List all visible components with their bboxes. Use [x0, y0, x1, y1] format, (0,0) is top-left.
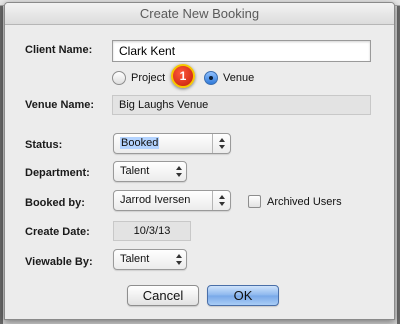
viewable-by-value: Talent	[120, 253, 150, 265]
venue-name-value: Big Laughs Venue	[112, 95, 371, 115]
create-booking-dialog: Create New Booking Client Name: Clark Ke…	[4, 2, 395, 320]
background-left-edge	[0, 6, 3, 324]
archived-users-label: Archived Users	[267, 196, 342, 208]
project-radio-label: Project	[131, 72, 166, 84]
stepper-arrows-icon	[212, 134, 230, 153]
status-value: Booked	[120, 137, 160, 149]
ok-button[interactable]: OK	[207, 285, 279, 306]
department-value: Talent	[120, 165, 150, 177]
venue-radio[interactable]	[204, 71, 218, 85]
cancel-button[interactable]: Cancel	[127, 285, 199, 306]
booked-by-value: Jarrod Iversen	[120, 194, 191, 206]
client-name-field[interactable]: Clark Kent	[112, 40, 371, 62]
viewable-by-label: Viewable By:	[25, 256, 93, 268]
status-select[interactable]: Booked	[113, 133, 231, 154]
booked-by-select[interactable]: Jarrod Iversen	[113, 190, 231, 211]
venue-name-label: Venue Name:	[25, 99, 95, 111]
status-label: Status:	[25, 139, 63, 151]
create-date-label: Create Date:	[25, 226, 90, 238]
stepper-arrows-icon	[212, 191, 230, 210]
viewable-by-select[interactable]: Talent	[113, 249, 187, 270]
venue-radio-label: Venue	[223, 72, 255, 84]
chevron-updown-icon	[172, 162, 186, 181]
client-name-label: Client Name:	[25, 44, 93, 56]
archived-users-checkbox[interactable]	[248, 195, 261, 208]
department-select[interactable]: Talent	[113, 161, 187, 182]
booked-by-label: Booked by:	[25, 197, 85, 209]
dialog-title: Create New Booking	[5, 3, 394, 25]
project-radio[interactable]	[112, 71, 126, 85]
callout-number-badge: 1	[171, 64, 195, 88]
chevron-updown-icon	[172, 250, 186, 269]
create-date-value: 10/3/13	[113, 221, 191, 241]
department-label: Department:	[25, 167, 90, 179]
